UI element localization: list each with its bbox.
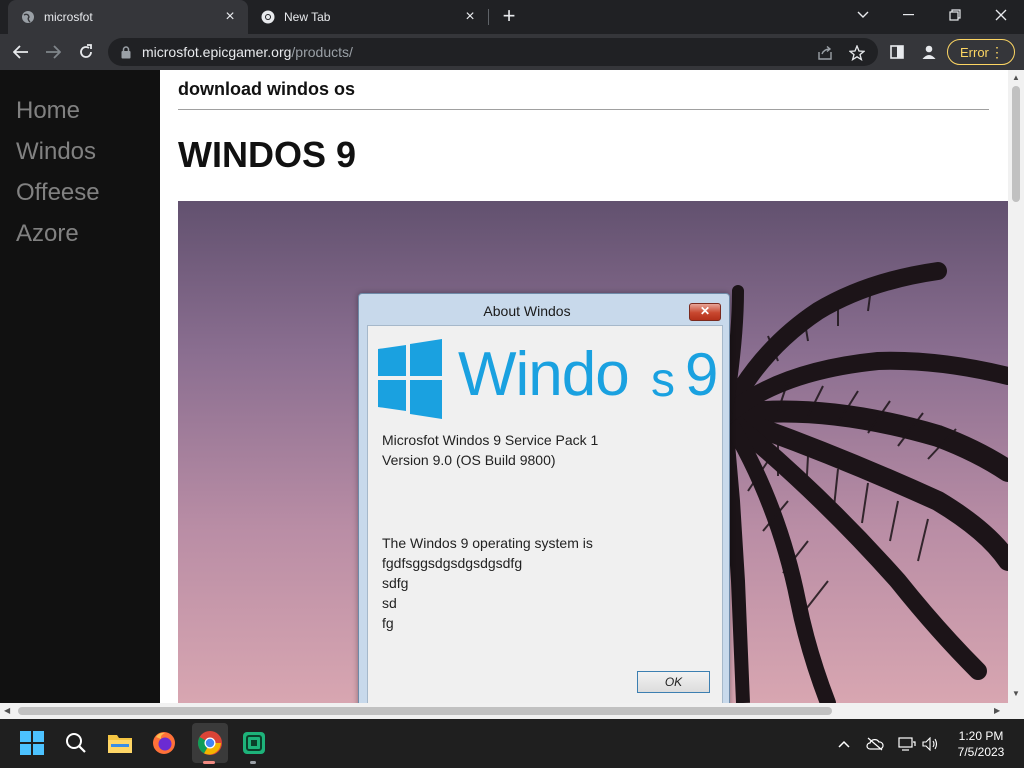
chevron-up-icon[interactable] xyxy=(835,735,853,753)
globe-icon xyxy=(20,9,36,25)
sidebar-item-azore[interactable]: Azore xyxy=(16,220,79,248)
share-icon[interactable] xyxy=(816,44,834,62)
sidebar-item-home[interactable]: Home xyxy=(16,97,80,125)
app-icon[interactable] xyxy=(240,729,268,757)
sidebar-item-offeese[interactable]: Offeese xyxy=(16,179,100,207)
new-tab-button[interactable]: + xyxy=(497,5,521,29)
tab-title: microsfot xyxy=(44,10,93,24)
address-bar[interactable]: microsfot.epicgamer.org/products/ xyxy=(108,38,878,66)
start-windows-icon[interactable] xyxy=(18,729,46,757)
profile-icon[interactable] xyxy=(919,42,939,62)
clock[interactable]: 1:20 PM 7/5/2023 xyxy=(948,728,1014,760)
page-title: WINDOS 9 xyxy=(178,134,357,175)
logo-version-number: 9 xyxy=(685,341,719,408)
description-line: sdfg xyxy=(382,575,409,591)
description-line: fgdfsggsdgsdgsdgsdfg xyxy=(382,555,523,571)
network-icon[interactable] xyxy=(898,735,916,753)
bookmark-star-icon[interactable] xyxy=(848,44,866,62)
error-label: Error xyxy=(960,44,989,60)
dialog-title: About Windos xyxy=(483,303,571,319)
running-app-indicator xyxy=(250,761,256,764)
sidebar: Home Windos Offeese Azore xyxy=(0,70,160,703)
dialog-body: Windo s 9 Microsfot Windos 9 Service Pac… xyxy=(367,325,723,714)
file-explorer-icon[interactable] xyxy=(106,729,134,757)
divider xyxy=(178,109,989,110)
scroll-down-arrow-icon[interactable]: ▼ xyxy=(1012,689,1020,698)
search-icon[interactable] xyxy=(62,729,90,757)
side-panel-icon[interactable] xyxy=(887,42,907,62)
description-line: The Windos 9 operating system is xyxy=(382,535,593,551)
restore-button[interactable] xyxy=(932,0,978,30)
scroll-up-arrow-icon[interactable]: ▲ xyxy=(1012,73,1020,82)
lock-icon[interactable] xyxy=(120,45,132,59)
version-line-1: Microsfot Windos 9 Service Pack 1 xyxy=(382,432,599,448)
taskbar: 1:20 PM 7/5/2023 xyxy=(0,719,1024,768)
browser-toolbar: microsfot.epicgamer.org/products/ Error … xyxy=(0,34,1024,70)
url-text: microsfot.epicgamer.org/products/ xyxy=(142,44,353,60)
scroll-left-arrow-icon[interactable]: ◀ xyxy=(4,706,10,715)
tab-strip: microsfot × New Tab × + xyxy=(0,0,1024,34)
forward-arrow-icon[interactable] xyxy=(40,39,66,65)
about-dialog: About Windos ✕ Windo s 9 Microsfot Windo… xyxy=(358,293,730,714)
active-app-indicator xyxy=(203,761,215,764)
chrome-icon xyxy=(260,9,276,25)
tab-microsfot[interactable]: microsfot × xyxy=(8,0,248,34)
error-button[interactable]: Error ⋮ xyxy=(947,39,1015,65)
vertical-scrollbar[interactable]: ▲ ▼ xyxy=(1008,70,1024,703)
close-window-button[interactable] xyxy=(978,0,1024,30)
close-tab-icon[interactable]: × xyxy=(460,7,480,27)
logo-wordmark: Windo xyxy=(458,340,630,409)
sidebar-item-windos[interactable]: Windos xyxy=(16,138,96,166)
scroll-right-arrow-icon[interactable]: ▶ xyxy=(994,706,1000,715)
windows-logo-icon xyxy=(378,339,442,419)
close-tab-icon[interactable]: × xyxy=(220,7,240,27)
cloud-offline-icon[interactable] xyxy=(866,735,884,753)
description-line: fg xyxy=(382,615,394,631)
tab-title: New Tab xyxy=(284,10,331,24)
ok-button[interactable]: OK xyxy=(637,671,710,693)
volume-icon[interactable] xyxy=(922,735,940,753)
chrome-icon[interactable] xyxy=(196,729,224,757)
tab-new-tab[interactable]: New Tab × xyxy=(248,0,488,34)
tab-search-chevron-icon[interactable] xyxy=(840,0,886,30)
menu-dots-icon[interactable]: ⋮ xyxy=(990,44,1004,60)
description-line: sd xyxy=(382,595,397,611)
tab-separator xyxy=(488,9,489,25)
clock-date: 7/5/2023 xyxy=(957,745,1005,759)
horizontal-scroll-thumb[interactable] xyxy=(18,707,832,715)
version-line-2: Version 9.0 (OS Build 9800) xyxy=(382,452,556,468)
firefox-icon[interactable] xyxy=(150,729,178,757)
back-arrow-icon[interactable] xyxy=(8,39,34,65)
logo-wordmark-s: s xyxy=(651,354,675,407)
page-header: download windos os xyxy=(178,79,355,99)
clock-time: 1:20 PM xyxy=(958,729,1004,743)
reload-icon[interactable] xyxy=(73,39,99,65)
dialog-close-button[interactable]: ✕ xyxy=(689,303,721,321)
minimize-button[interactable] xyxy=(886,0,932,30)
horizontal-scrollbar[interactable]: ◀ ▶ xyxy=(0,703,1024,719)
vertical-scroll-thumb[interactable] xyxy=(1012,86,1020,202)
